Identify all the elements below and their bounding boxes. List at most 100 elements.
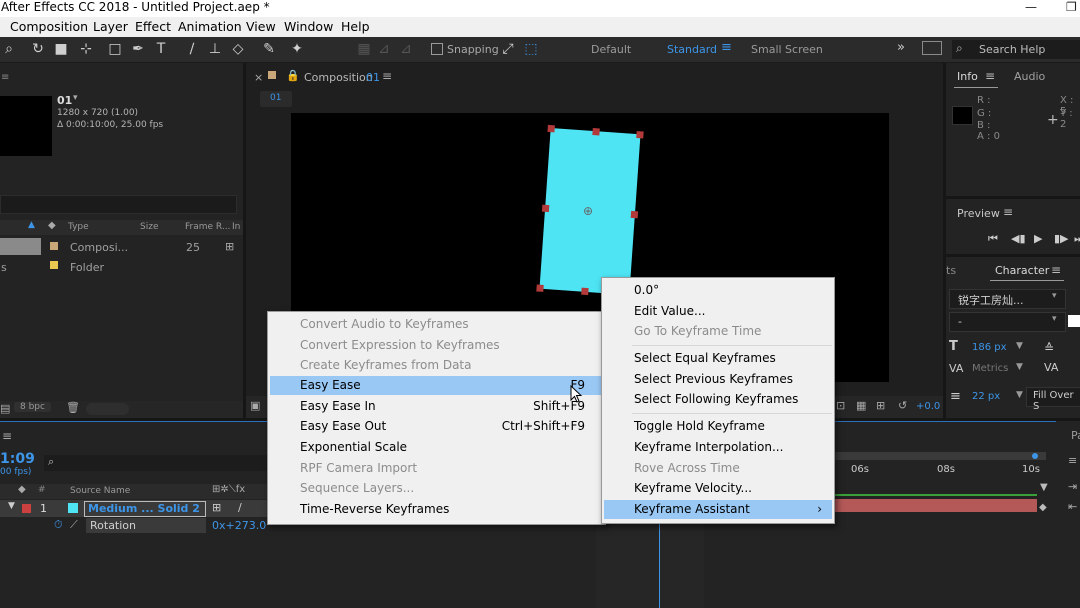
camera-tool-icon[interactable]: ■: [52, 41, 70, 57]
label-color-swatch[interactable]: [50, 242, 58, 250]
interpret-footage-icon[interactable]: ▤: [0, 402, 10, 415]
transparency-grid-icon[interactable]: ▦: [856, 399, 866, 412]
project-search-input[interactable]: [0, 195, 237, 214]
menu-item-create-from-data[interactable]: Create Keyframes from Data: [270, 356, 603, 375]
font-size-value[interactable]: 186 px: [972, 342, 1007, 353]
minimize-icon[interactable]: —: [1025, 0, 1037, 14]
menu-item-go-to-keyframe[interactable]: Go To Keyframe Time: [604, 322, 832, 341]
indent-right-icon[interactable]: ⇤: [1068, 500, 1077, 513]
indent-icon[interactable]: ⇥: [1068, 480, 1077, 493]
item-dropdown-icon[interactable]: ▾: [73, 93, 78, 103]
menu-item-rove-across-time[interactable]: Rove Across Time: [604, 459, 832, 478]
menu-item-easy-ease-in[interactable]: Easy Ease In Shift+F9: [270, 397, 603, 416]
table-row[interactable]: ⏱ ⟋ Rotation 0x+273.0°: [0, 518, 272, 534]
menu-item-keyframe-assistant[interactable]: Keyframe Assistant ›: [604, 500, 832, 519]
menu-view[interactable]: View: [246, 19, 276, 34]
property-value[interactable]: 0x+273.0°: [212, 519, 272, 532]
workspace-menu-icon[interactable]: ≡: [721, 40, 732, 55]
menu-item-interpolation[interactable]: Keyframe Interpolation...: [604, 438, 832, 457]
trash-icon[interactable]: 🗑: [66, 401, 80, 414]
timeline-search-input[interactable]: ⌕: [44, 455, 269, 471]
source-name-header[interactable]: Source Name: [70, 486, 130, 496]
flowchart-icon[interactable]: ⊞: [225, 240, 234, 253]
menu-item-velocity[interactable]: Keyframe Velocity...: [604, 479, 832, 498]
snap-edges-icon[interactable]: ⤢: [499, 41, 517, 57]
character-menu-icon[interactable]: ≡: [1051, 263, 1061, 277]
align-left-icon[interactable]: ≡: [1068, 454, 1077, 467]
sort-ascending-icon[interactable]: ▲: [28, 220, 35, 230]
layer-label-swatch[interactable]: [22, 504, 31, 513]
menu-window[interactable]: Window: [284, 19, 333, 34]
zoom-tool-icon[interactable]: ⌕: [0, 41, 18, 57]
transform-handle[interactable]: [536, 284, 544, 292]
flowchart-view-icon[interactable]: ⊞: [876, 399, 885, 412]
tab-info[interactable]: Info ≡: [954, 67, 998, 88]
menu-help[interactable]: Help: [341, 19, 370, 34]
menu-layer[interactable]: Layer: [93, 19, 128, 34]
panel-menu-icon[interactable]: ≡: [1, 72, 9, 83]
menu-item-edit-value[interactable]: Edit Value...: [604, 302, 832, 321]
column-type[interactable]: Type: [68, 222, 89, 232]
timeline-menu-icon[interactable]: ≡: [2, 429, 12, 443]
type-tool-icon[interactable]: T: [152, 41, 170, 57]
preview-menu-icon[interactable]: ≡: [1003, 205, 1013, 219]
label-color-swatch[interactable]: [50, 261, 58, 269]
timecode-display[interactable]: 1:09: [0, 451, 35, 467]
info-menu-icon[interactable]: ≡: [985, 69, 995, 83]
menu-item-rpf-camera[interactable]: RPF Camera Import: [270, 459, 603, 478]
roto-brush-icon[interactable]: ✎: [260, 41, 278, 57]
paragraph-tab-fragment[interactable]: Pa: [1071, 429, 1080, 442]
transform-handle[interactable]: [636, 131, 644, 139]
chevron-down-icon[interactable]: ▼: [1016, 390, 1023, 400]
workspace-small-screen[interactable]: Small Screen: [751, 43, 823, 56]
composition-tab-name[interactable]: 01: [366, 71, 380, 84]
eraser-tool-icon[interactable]: ◇: [229, 41, 247, 57]
menu-item-select-following[interactable]: Select Following Keyframes: [604, 390, 832, 409]
column-frame-rate[interactable]: Frame R...: [185, 222, 230, 232]
comp-breadcrumb[interactable]: 01: [260, 91, 292, 107]
keyframe-end-icon[interactable]: ◆: [1039, 502, 1047, 513]
close-tab-icon[interactable]: ×: [254, 71, 263, 84]
column-size[interactable]: Size: [140, 222, 158, 232]
brush-tool-icon[interactable]: ∕: [183, 41, 201, 57]
bpc-button[interactable]: 8 bpc: [14, 402, 51, 412]
axis-local-icon[interactable]: ▦: [355, 41, 373, 57]
reset-exposure-icon[interactable]: ↺: [898, 399, 907, 412]
pen-tool-icon[interactable]: ✒: [129, 41, 147, 57]
chevron-down-icon[interactable]: ▼: [1016, 362, 1023, 372]
menu-item-value[interactable]: 0.0°: [604, 281, 832, 300]
font-style-select[interactable]: - ▾: [949, 312, 1066, 332]
sync-settings-icon[interactable]: [922, 41, 942, 55]
layer-duration-bar[interactable]: [834, 499, 1037, 512]
rotate-tool-icon[interactable]: ↻: [29, 41, 47, 57]
rectangle-tool-icon[interactable]: □: [106, 41, 124, 57]
transform-handle[interactable]: [630, 210, 639, 219]
work-area-end-handle[interactable]: [1032, 453, 1038, 459]
stroke-fill-select[interactable]: Fill Over S: [1026, 387, 1080, 412]
snapping-checkbox[interactable]: [431, 43, 443, 55]
timeline-track-area[interactable]: [596, 516, 704, 608]
chevron-down-icon[interactable]: ▼: [1016, 341, 1023, 351]
transform-handle[interactable]: [541, 204, 550, 213]
comp-panel-menu-icon[interactable]: ≡: [382, 69, 392, 83]
column-in[interactable]: In: [232, 222, 240, 232]
menu-item-convert-expression[interactable]: Convert Expression to Keyframes: [270, 336, 603, 355]
shy-switch-icon[interactable]: ⊞: [212, 501, 221, 514]
label-tag-icon[interactable]: ◆: [48, 220, 56, 231]
menu-item-select-equal[interactable]: Select Equal Keyframes: [604, 349, 832, 368]
transform-handle[interactable]: [581, 287, 589, 296]
menu-animation[interactable]: Animation: [178, 19, 242, 34]
table-row[interactable]: Composi... 25 ⊞: [0, 238, 243, 256]
workspace-standard[interactable]: Standard: [667, 43, 717, 56]
puppet-pin-icon[interactable]: ✦: [288, 41, 306, 57]
switches-icon[interactable]: ⊞✲⟍fx: [212, 484, 245, 495]
exposure-value[interactable]: +0.0: [916, 401, 940, 412]
tab-audio[interactable]: Audio: [1014, 70, 1045, 83]
graph-icon[interactable]: ⟋: [70, 518, 78, 532]
menu-item-easy-ease[interactable]: Easy Ease F9: [270, 376, 603, 395]
clone-stamp-icon[interactable]: ⊥: [206, 41, 224, 57]
transform-handle[interactable]: [547, 124, 555, 133]
layer-name-field[interactable]: Medium ... Solid 2: [84, 501, 206, 517]
restore-icon[interactable]: ❐: [1066, 0, 1077, 14]
work-area-bar[interactable]: [834, 452, 1046, 460]
